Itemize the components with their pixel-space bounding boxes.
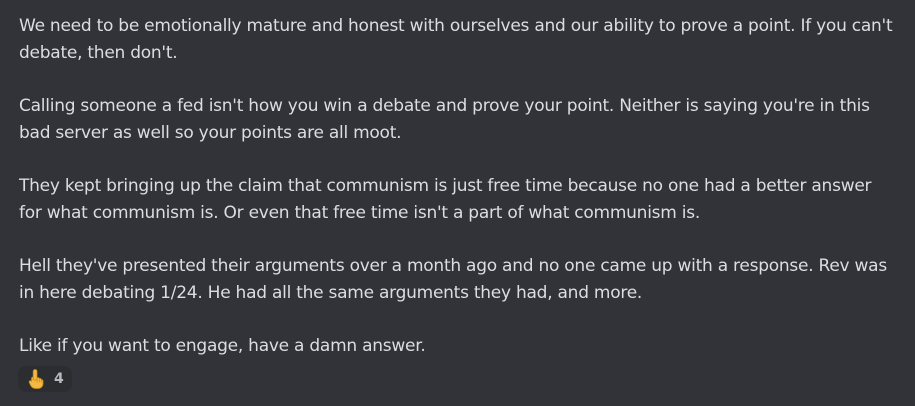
message-paragraph-5: Like if you want to engage, have a damn … (19, 336, 426, 356)
message-paragraph-3: They kept bringing up the claim that com… (19, 176, 872, 223)
message-paragraph-4: Hell they've presented their arguments o… (19, 256, 887, 303)
chat-message: We need to be emotionally mature and hon… (0, 0, 915, 406)
pointing-up-hand-icon (25, 368, 47, 390)
reaction-button[interactable]: 4 (18, 366, 72, 392)
reaction-bar: 4 (18, 366, 895, 392)
message-paragraph-1: We need to be emotionally mature and hon… (19, 16, 893, 63)
message-paragraph-2: Calling someone a fed isn't how you win … (19, 96, 870, 143)
reaction-count: 4 (54, 371, 64, 387)
